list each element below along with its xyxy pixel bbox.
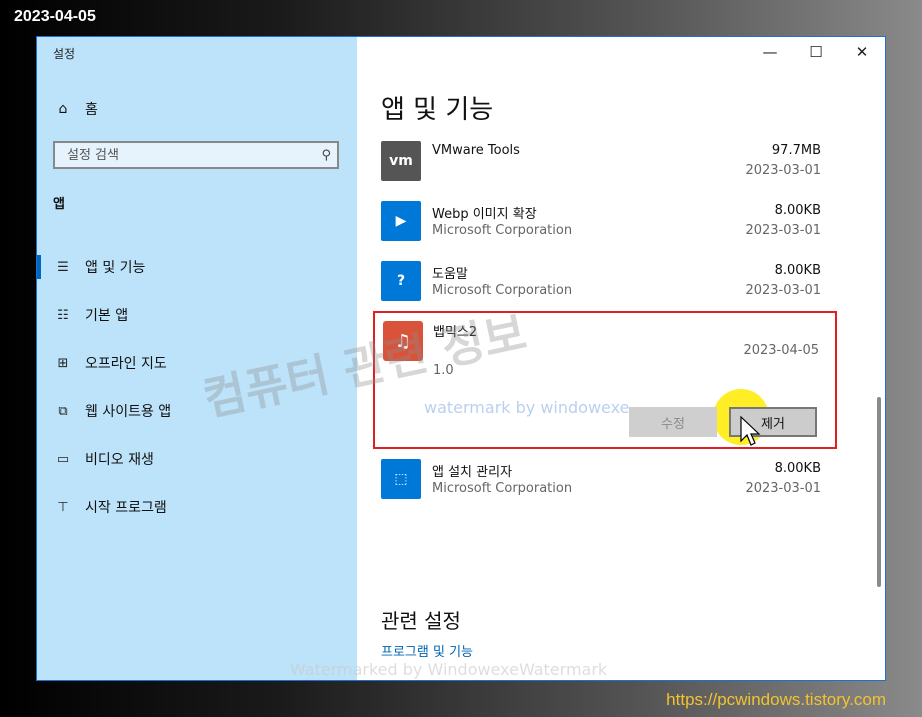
app-size: 8.00KB xyxy=(774,461,821,476)
sidebar-item-video-playback[interactable]: ▭ 비디오 재생 xyxy=(37,435,357,483)
app-list-item-webp[interactable]: ▶ Webp 이미지 확장 Microsoft Corporation 8.00… xyxy=(381,197,821,253)
app-date: 2023-03-01 xyxy=(745,223,821,238)
sidebar-item-label: 기본 앱 xyxy=(85,308,129,324)
app-list-item-app-installer[interactable]: ⬚ 앱 설치 관리자 Microsoft Corporation 8.00KB … xyxy=(381,455,821,511)
app-size: 8.00KB xyxy=(774,203,821,218)
sidebar-item-startup[interactable]: ⊤ 시작 프로그램 xyxy=(37,483,357,531)
sidebar-item-label: 오프라인 지도 xyxy=(85,356,167,372)
date-stamp: 2023-04-05 xyxy=(14,8,96,25)
default-apps-icon: ☷ xyxy=(57,307,69,323)
app-publisher: Microsoft Corporation xyxy=(432,223,573,238)
minimize-button[interactable]: — xyxy=(747,37,793,67)
app-size: 8.00KB xyxy=(774,263,821,278)
app-name: 도움말 xyxy=(432,267,468,282)
webp-extension-icon: ▶ xyxy=(381,201,421,241)
sidebar-item-label: 웹 사이트용 앱 xyxy=(85,404,172,420)
apps-features-icon: ☰ xyxy=(57,259,69,275)
app-size: 97.7MB xyxy=(771,143,821,158)
app-list-item-vmware[interactable]: vm VMware Tools 97.7MB 2023-03-01 xyxy=(381,137,821,193)
app-installer-icon: ⬚ xyxy=(381,459,421,499)
close-button[interactable]: ✕ xyxy=(839,37,885,67)
home-link[interactable]: ⌂ 홈 xyxy=(53,99,98,119)
app-name: Webp 이미지 확장 xyxy=(432,207,537,222)
maximize-button[interactable]: ☐ xyxy=(793,37,839,67)
mouse-cursor-icon xyxy=(740,415,761,446)
startup-icon: ⊤ xyxy=(57,499,69,515)
related-settings-title: 관련 설정 xyxy=(381,609,461,633)
app-date: 2023-04-05 xyxy=(743,343,819,358)
home-icon: ⌂ xyxy=(58,101,68,117)
site-url: https://pcwindows.tistory.com xyxy=(666,690,886,709)
section-label: 앱 xyxy=(53,197,65,212)
programs-features-link[interactable]: 프로그램 및 기능 xyxy=(381,641,473,660)
watermark-bottom: Watermarked by WindowexeWatermark xyxy=(290,660,608,679)
app-date: 2023-03-01 xyxy=(745,163,821,178)
app-publisher: Microsoft Corporation xyxy=(432,283,573,298)
sidebar-item-default-apps[interactable]: ☷ 기본 앱 xyxy=(37,291,357,339)
app-date: 2023-03-01 xyxy=(745,283,821,298)
vmware-icon: vm xyxy=(381,141,421,181)
offline-maps-icon: ⊞ xyxy=(57,355,69,371)
sidebar-item-label: 앱 및 기능 xyxy=(85,260,146,276)
watermark-subtext: watermark by windowexe xyxy=(424,398,630,417)
apps-for-websites-icon: ⧉ xyxy=(58,403,68,419)
search-icon[interactable]: ⚲ xyxy=(321,148,331,163)
help-icon: ? xyxy=(381,261,421,301)
sidebar-item-label: 시작 프로그램 xyxy=(85,500,167,516)
scrollbar[interactable] xyxy=(877,397,881,587)
app-list-item-help[interactable]: ? 도움말 Microsoft Corporation 8.00KB 2023-… xyxy=(381,257,821,313)
sidebar-item-apps-features[interactable]: ☰ 앱 및 기능 xyxy=(37,243,357,291)
sidebar-item-label: 비디오 재생 xyxy=(85,452,154,468)
video-playback-icon: ▭ xyxy=(56,451,70,467)
search-input[interactable] xyxy=(65,146,309,164)
app-name: VMware Tools xyxy=(432,143,520,158)
search-box[interactable]: ⚲ xyxy=(53,141,339,169)
app-title: 설정 xyxy=(53,47,76,61)
page-title: 앱 및 기능 xyxy=(381,95,494,125)
home-label: 홈 xyxy=(85,102,98,118)
app-date: 2023-03-01 xyxy=(745,481,821,496)
app-name: 앱 설치 관리자 xyxy=(432,465,513,480)
window-controls: — ☐ ✕ xyxy=(747,37,885,67)
app-publisher: Microsoft Corporation xyxy=(432,481,573,496)
modify-button[interactable]: 수정 xyxy=(629,407,717,437)
